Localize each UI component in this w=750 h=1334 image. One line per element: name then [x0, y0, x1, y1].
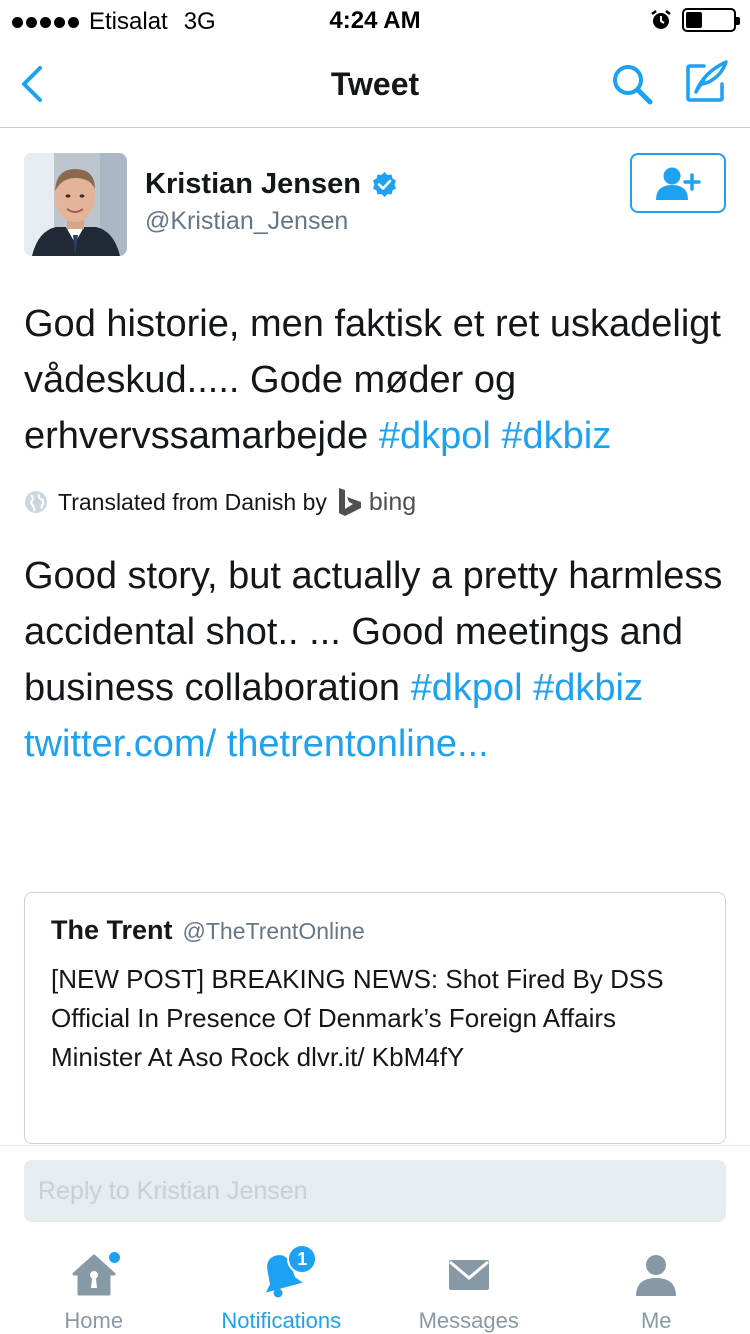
quoted-tweet-header: The Trent @TheTrentOnline [51, 915, 365, 946]
tweet-body: God historie, men faktisk et ret uskadel… [24, 303, 721, 457]
tab-home[interactable]: Home [0, 1236, 188, 1334]
translator-name: bing [368, 487, 417, 516]
avatar[interactable] [24, 153, 127, 256]
author-handle[interactable]: @Kristian_Jensen [145, 207, 348, 236]
reply-box[interactable] [24, 1160, 726, 1222]
quoted-tweet-text: [NEW POST] BREAKING NEWS: Shot Fired By … [51, 964, 664, 1072]
translated-label: Translated from Danish by [58, 488, 327, 515]
battery-icon [682, 8, 740, 32]
envelope-icon [448, 1260, 489, 1290]
globe-icon [25, 491, 47, 513]
verified-badge-icon [372, 172, 396, 197]
tab-me[interactable]: Me [563, 1236, 750, 1334]
quoted-author-handle: @TheTrentOnline [182, 918, 365, 944]
follow-button[interactable] [630, 153, 726, 213]
navigation-bar: Tweet [0, 40, 750, 128]
tab-notifications-label: Notifications [221, 1308, 342, 1333]
hashtag-dkbiz[interactable]: #dkbiz [501, 415, 611, 457]
reply-input[interactable] [24, 1160, 726, 1222]
bing-icon [338, 488, 361, 516]
bing-logo[interactable]: bing [337, 487, 416, 517]
quoted-author-name: The Trent [51, 915, 173, 945]
notification-count-badge: 1 [287, 1244, 318, 1274]
tab-me-label: Me [640, 1308, 672, 1333]
translation-attribution: Translated from Danish by bing [24, 487, 416, 517]
tab-messages-label: Messages [418, 1308, 519, 1333]
author-name-text: Kristian Jensen [145, 168, 361, 200]
author-name[interactable]: Kristian Jensen [145, 168, 398, 201]
new-content-dot [108, 1252, 120, 1263]
status-bar: Etisalat 3G 4:24 AM [0, 0, 750, 40]
translation-url-link[interactable]: twitter.com/ thetrentonline... [24, 723, 489, 765]
status-time: 4:24 AM [329, 7, 421, 34]
tab-home-label: Home [64, 1308, 124, 1333]
divider [0, 1145, 750, 1146]
translated-tweet-text: Good story, but actually a pretty harmle… [24, 548, 726, 772]
compose-tweet-icon[interactable] [682, 58, 730, 106]
translation-hashtag-dkpol[interactable]: #dkpol [411, 667, 523, 709]
quoted-tweet-card[interactable]: The Trent @TheTrentOnline [NEW POST] BRE… [24, 892, 726, 1144]
hashtag-dkpol[interactable]: #dkpol [379, 415, 491, 457]
search-icon[interactable] [608, 60, 656, 108]
tab-messages[interactable]: Messages [375, 1236, 563, 1334]
tab-bar: Home 1 Notifications Messages Me [0, 1236, 750, 1334]
tweet-text: God historie, men faktisk et ret uskadel… [24, 296, 726, 464]
alarm-icon [651, 10, 671, 29]
add-user-icon [656, 167, 701, 200]
tab-notifications[interactable]: 1 Notifications [188, 1236, 376, 1334]
person-icon [636, 1255, 677, 1296]
back-arrow-icon[interactable] [14, 62, 48, 106]
translation-hashtag-dkbiz[interactable]: #dkbiz [533, 667, 643, 709]
